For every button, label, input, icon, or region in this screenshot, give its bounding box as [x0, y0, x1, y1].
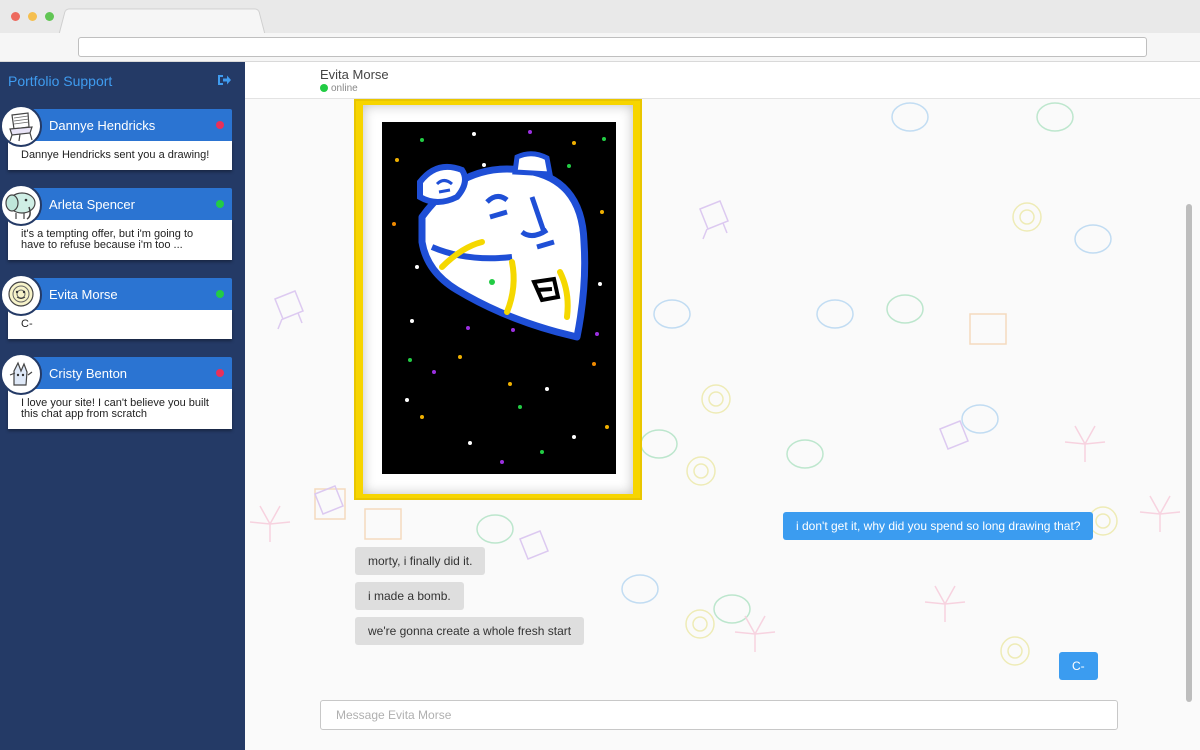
- minimize-window-button[interactable]: [28, 12, 37, 21]
- chat-contact-name: Evita Morse: [320, 67, 389, 82]
- sidebar-title: Portfolio Support: [8, 73, 113, 89]
- status-dot-offline: [216, 369, 224, 377]
- browser-tab[interactable]: [58, 8, 266, 35]
- lawn-chair-avatar-icon: [0, 105, 42, 147]
- online-indicator: [320, 84, 328, 92]
- contact-preview: I love your site! I can't believe you bu…: [8, 389, 232, 429]
- snail-avatar-icon: [0, 274, 42, 316]
- contact-name: Dannye Hendricks: [49, 118, 156, 133]
- message-bubble-incoming: we're gonna create a whole fresh start: [355, 617, 585, 645]
- sidebar: Portfolio Support Dannye Hendricks Danny…: [0, 62, 245, 750]
- message-bubble-incoming: i made a bomb.: [355, 582, 464, 610]
- message-bubble-outgoing: i don't get it, why did you spend so lon…: [783, 512, 1094, 540]
- message-bubble-outgoing: C-: [1059, 652, 1098, 680]
- contact-card-evita-morse[interactable]: Evita Morse C-: [0, 274, 232, 339]
- drawing-message-frame[interactable]: [354, 99, 642, 500]
- message-input[interactable]: [320, 700, 1118, 730]
- scrollbar-thumb[interactable]: [1186, 204, 1192, 702]
- contact-card-arleta-spencer[interactable]: Arleta Spencer it's a tempting offer, bu…: [0, 184, 232, 260]
- message-bubble-incoming: morty, i finally did it.: [355, 547, 486, 575]
- sign-out-icon[interactable]: [217, 73, 231, 87]
- contact-preview: Dannye Hendricks sent you a drawing!: [8, 141, 232, 170]
- hand-drawn-avatar-icon: [0, 353, 42, 395]
- spaceship-drawing-image: [382, 122, 616, 474]
- contact-preview: it's a tempting offer, but i'm going to …: [8, 220, 232, 260]
- drawing-mat: [363, 105, 633, 494]
- contact-name: Arleta Spencer: [49, 197, 135, 212]
- contact-card-cristy-benton[interactable]: Cristy Benton I love your site! I can't …: [0, 353, 232, 429]
- close-window-button[interactable]: [11, 12, 20, 21]
- chat-header: Evita Morse online: [245, 62, 1200, 99]
- contact-name: Cristy Benton: [49, 366, 128, 381]
- elephant-avatar-icon: [0, 184, 42, 226]
- chat-contact-status: online: [331, 83, 358, 94]
- address-bar[interactable]: [78, 37, 1147, 57]
- browser-toolbar: [0, 33, 1200, 62]
- chat-scrollbar[interactable]: [1183, 99, 1195, 750]
- contact-name: Evita Morse: [49, 287, 118, 302]
- maximize-window-button[interactable]: [45, 12, 54, 21]
- chat-panel: Evita Morse online i don't get it, why d…: [245, 62, 1200, 750]
- status-dot-online: [216, 200, 224, 208]
- contact-preview: C-: [8, 310, 232, 339]
- status-dot-offline: [216, 121, 224, 129]
- status-dot-online: [216, 290, 224, 298]
- contact-card-dannye-hendricks[interactable]: Dannye Hendricks Dannye Hendricks sent y…: [0, 105, 232, 170]
- browser-tab-strip: [0, 0, 1200, 35]
